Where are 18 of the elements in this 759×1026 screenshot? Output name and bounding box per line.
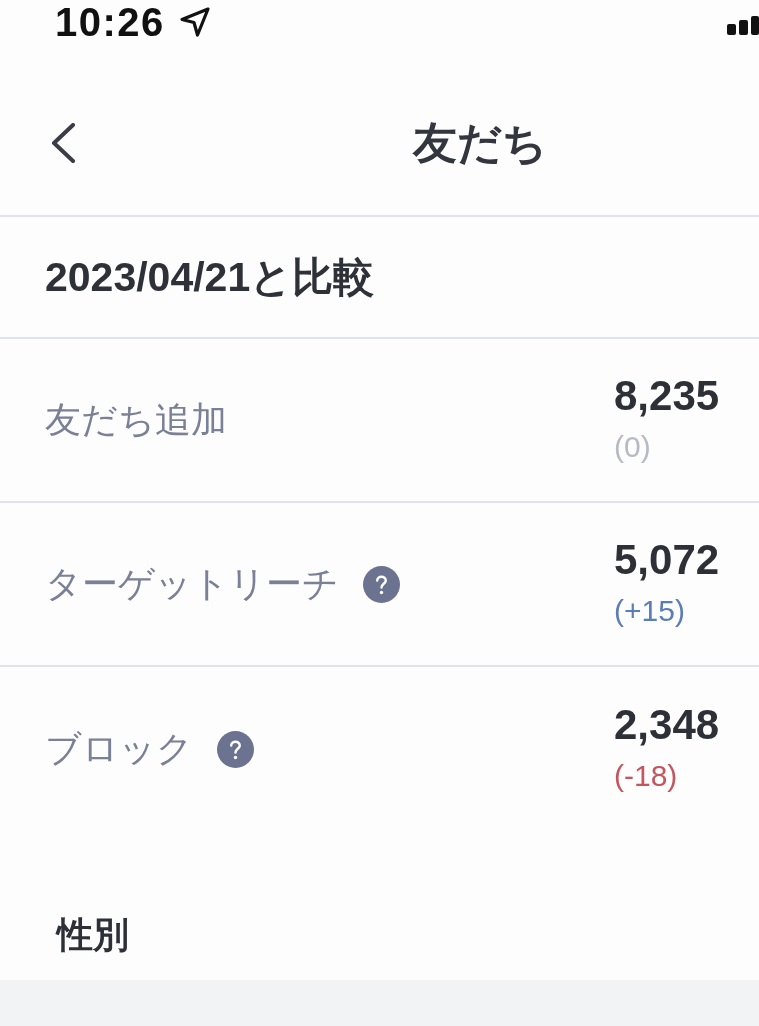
stat-value: 8,235 bbox=[614, 373, 720, 419]
location-arrow-icon bbox=[178, 6, 211, 38]
status-time: 10:26 bbox=[55, 0, 165, 44]
help-icon[interactable] bbox=[363, 565, 400, 603]
stat-label: 友だち追加 bbox=[45, 398, 227, 442]
stat-change: (+15) bbox=[614, 593, 685, 629]
page-title: 友だち bbox=[413, 116, 547, 169]
stat-change: (0) bbox=[614, 429, 651, 465]
chevron-left-icon bbox=[50, 122, 76, 163]
signal-icon bbox=[727, 15, 759, 35]
help-icon[interactable] bbox=[217, 730, 254, 768]
comparison-heading: 2023/04/21と比較 bbox=[45, 252, 375, 302]
section-heading: 性別 bbox=[57, 915, 129, 955]
stat-value: 2,348 bbox=[614, 702, 720, 748]
stat-change: (-18) bbox=[614, 758, 678, 794]
stat-label: ブロック bbox=[45, 727, 193, 771]
stat-value: 5,072 bbox=[614, 537, 720, 583]
stat-label: ターゲットリーチ bbox=[45, 562, 339, 606]
